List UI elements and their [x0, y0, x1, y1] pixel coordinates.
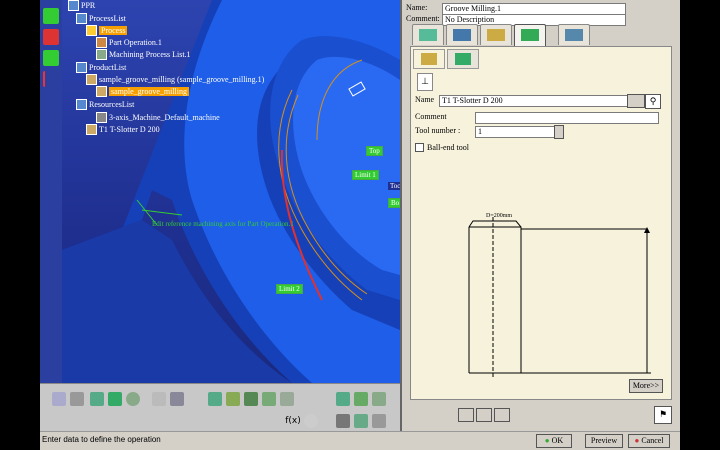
resources-list-icon [76, 99, 87, 110]
tab-macro[interactable] [558, 24, 590, 45]
tree-node-part-operation[interactable]: Part Operation.1 [96, 37, 162, 48]
product-list-icon [76, 62, 87, 73]
bottom-toolbars: f(x) [40, 383, 400, 432]
limit2-label[interactable]: Limit 2 [276, 284, 303, 294]
grid-icon[interactable] [336, 414, 350, 428]
comment-label: Comment: [406, 14, 440, 23]
tool-number-field[interactable]: 1 [475, 126, 555, 138]
comment-icon[interactable] [304, 414, 318, 428]
operation-icon-1[interactable] [336, 392, 350, 406]
tree-node-machine[interactable]: 3-axis_Machine_Default_machine [96, 112, 220, 123]
tree-node-root[interactable]: PPR [68, 0, 95, 11]
disabled-button-1[interactable] [458, 408, 474, 422]
tool-comment-field[interactable] [475, 112, 659, 124]
bottom-label[interactable]: Bo [388, 198, 400, 208]
disabled-button-3[interactable] [494, 408, 510, 422]
tool-icon [86, 124, 97, 135]
tab-feeds[interactable] [514, 24, 546, 47]
tool-icon-3[interactable] [43, 50, 59, 66]
tree-node-resourceslist[interactable]: ResourcesList [76, 99, 134, 110]
subtab-tool[interactable] [413, 49, 445, 69]
tool-label[interactable]: Toc [388, 182, 400, 190]
tool-type-icon[interactable]: ⊥ [417, 73, 433, 91]
diameter-label: D=200mm [486, 213, 513, 219]
simulation-icon[interactable] [126, 392, 140, 406]
disabled-button-2[interactable] [476, 408, 492, 422]
top-label[interactable]: Top [366, 146, 383, 156]
left-toolbar [40, 0, 62, 383]
tool-number-spinner[interactable] [554, 125, 564, 139]
axis-message: Edit reference machining axis for Part O… [152, 220, 294, 228]
limit1-label[interactable]: Limit 1 [352, 170, 379, 180]
product-icon [86, 74, 97, 85]
status-bar: Enter data to define the operation ● OK … [40, 431, 680, 450]
tree-node-machining-process-list[interactable]: Machining Process List.1 [96, 49, 191, 60]
tree-node-process[interactable]: Process [86, 25, 128, 36]
subtab-assembly[interactable] [447, 49, 479, 69]
tool-browse-button[interactable] [627, 94, 645, 108]
groove-milling-dialog: Name: Groove Milling.1 Comment: No Descr… [400, 0, 680, 431]
tool-path-icon[interactable] [90, 392, 104, 406]
tree-node-processlist[interactable]: ProcessList [76, 13, 126, 24]
catalog-icon[interactable] [354, 414, 368, 428]
catia-window: PPR ProcessList Process Part Operation.1… [40, 0, 680, 450]
tool-icon-4[interactable] [43, 71, 61, 87]
ball-end-row: Ball-end tool [415, 143, 469, 152]
document-icon[interactable] [170, 392, 184, 406]
operation-icon-2[interactable] [354, 392, 368, 406]
eraser-icon[interactable] [52, 392, 66, 406]
tab-geometry[interactable] [446, 24, 478, 45]
transfer-icon[interactable] [152, 392, 166, 406]
tree-node-tool[interactable]: T1 T-Slotter D 200 [86, 124, 160, 135]
tool-panel: ⊥ Name T1 T-Slotter D 200 ⚲ Comment Tool… [410, 46, 672, 400]
tab-strategy[interactable] [412, 24, 444, 45]
part-operation-icon [96, 37, 107, 48]
tree-node-product-part[interactable]: sample_groove_milling [96, 86, 189, 97]
machining-icon-1[interactable] [208, 392, 222, 406]
tree-node-product[interactable]: sample_groove_milling (sample_groove_mil… [86, 74, 264, 85]
tool-icon-1[interactable] [43, 8, 59, 24]
3d-viewport[interactable]: PPR ProcessList Process Part Operation.1… [62, 0, 400, 383]
info-icon[interactable]: ⚑ [654, 406, 672, 424]
preview-button[interactable]: Preview [585, 434, 623, 448]
tool-name-field[interactable]: T1 T-Slotter D 200 [439, 95, 628, 107]
ok-button[interactable]: ● OK [536, 434, 572, 448]
ball-end-checkbox[interactable] [415, 143, 424, 152]
machining-icon-4[interactable] [262, 392, 276, 406]
process-list-icon [76, 13, 87, 24]
process-icon [86, 25, 97, 36]
operation-icon-3[interactable] [372, 392, 386, 406]
tab-tool[interactable] [480, 24, 512, 45]
status-text: Enter data to define the operation [42, 435, 161, 444]
tool-name-label: Name [415, 95, 435, 104]
more-button[interactable]: More>> [629, 379, 663, 393]
machining-icon-5[interactable] [280, 392, 294, 406]
cancel-button[interactable]: ● Cancel [628, 434, 670, 448]
check-icon[interactable] [108, 392, 122, 406]
tree-node-productlist[interactable]: ProductList [76, 62, 126, 73]
measure-icon[interactable] [372, 414, 386, 428]
ppr-icon [68, 0, 79, 11]
machining-icon-3[interactable] [244, 392, 258, 406]
cancel-x-icon: ● [634, 436, 640, 445]
tool-icon-2[interactable] [43, 29, 59, 45]
tool-sketch [468, 217, 651, 377]
tool-number-label: Tool number : [415, 126, 461, 135]
machine-icon [96, 112, 107, 123]
machining-icon-2[interactable] [226, 392, 240, 406]
table-icon[interactable] [70, 392, 84, 406]
name-label: Name: [406, 3, 428, 12]
formula-icon[interactable]: f(x) [285, 414, 301, 428]
ok-check-icon: ● [544, 436, 550, 445]
comment2-label: Comment [415, 112, 447, 121]
machining-list-icon [96, 49, 107, 60]
part-icon [96, 86, 107, 97]
search-icon[interactable]: ⚲ [645, 94, 661, 109]
